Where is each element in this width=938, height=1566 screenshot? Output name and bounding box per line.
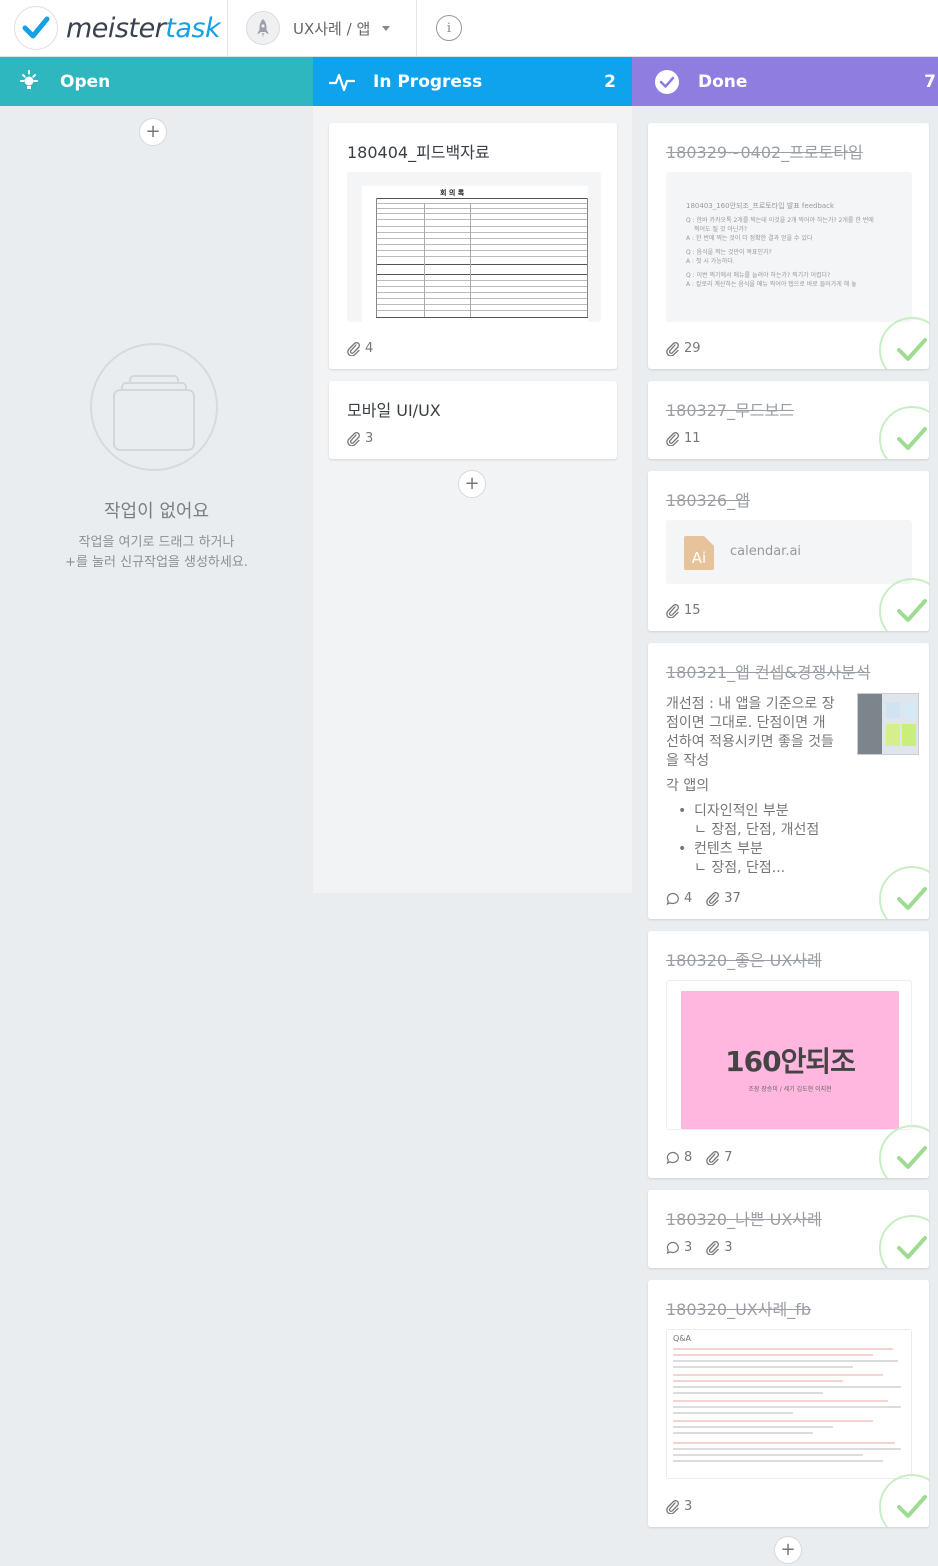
attachment-preview[interactable]: 180403_160안되조_프로토타입 발표 feedback Q : 한바 카… — [666, 172, 912, 322]
task-title: 180320_나쁜 UX사례 — [666, 1210, 822, 1229]
check-circle-icon — [654, 69, 680, 95]
divider — [416, 0, 417, 56]
task-card[interactable]: 180321_앱 컨셉&경쟁사분석 개선점 : 내 앱을 기준으로 장점이면 그… — [648, 643, 929, 919]
task-card[interactable]: 180320_UX사례_fb Q&A 3 — [648, 1280, 929, 1527]
task-meta: 3 3 — [666, 1240, 747, 1255]
empty-state-hint: 작업을 여기로 드래그 하거나 +를 눌러 신규작업을 생성하세요. — [65, 535, 248, 570]
task-title: 180320_좋은 UX사례 — [666, 951, 822, 970]
file-name: calendar.ai — [730, 544, 802, 559]
activity-icon — [329, 69, 355, 95]
attachment-count: 3 — [706, 1240, 733, 1255]
add-task-button-in-progress[interactable]: + — [458, 470, 486, 498]
attachment-count: 15 — [666, 603, 701, 618]
task-title: 180404_피드백자료 — [347, 143, 490, 162]
column-header-done[interactable]: Done 7 — [632, 57, 938, 106]
file-attachment[interactable]: Ai calendar.ai — [666, 520, 912, 584]
task-card[interactable]: 180326_앱 Ai calendar.ai 15 — [648, 471, 929, 631]
completed-check-icon[interactable] — [879, 317, 929, 369]
paperclip-icon — [706, 891, 720, 906]
chevron-down-icon[interactable] — [382, 25, 391, 31]
column-header-in-progress[interactable]: In Progress 2 — [313, 57, 632, 106]
task-meta: 3 — [347, 431, 387, 446]
logo-check-icon — [14, 6, 58, 50]
attachment-preview[interactable]: Q&A — [666, 1329, 912, 1479]
paperclip-icon — [347, 431, 360, 446]
attachment-count: 4 — [347, 341, 373, 356]
paperclip-icon — [706, 1240, 720, 1255]
task-meta: 29 — [666, 341, 715, 356]
task-title: 180326_앱 — [666, 491, 750, 510]
column-title: Open — [60, 71, 111, 92]
comment-count: 4 — [666, 891, 692, 906]
attachment-count: 3 — [347, 431, 373, 446]
add-task-button-open[interactable]: + — [139, 118, 167, 146]
task-title: 모바일 UI/UX — [347, 401, 441, 420]
attachment-count: 7 — [706, 1150, 733, 1165]
attachment-count: 29 — [666, 341, 701, 356]
task-meta: 11 — [666, 431, 715, 446]
empty-state-illustration — [90, 343, 218, 471]
logo-text: meistertask — [66, 12, 221, 44]
document-thumbnail: 180403_160안되조_프로토타입 발표 feedback Q : 한바 카… — [686, 202, 874, 288]
meistertask-logo[interactable]: meistertask — [14, 5, 221, 51]
task-title: 180327_무드보드 — [666, 401, 794, 420]
paperclip-icon — [666, 1499, 679, 1514]
attachment-count: 11 — [666, 431, 701, 446]
image-thumbnail[interactable] — [857, 693, 919, 755]
paperclip-icon — [706, 1150, 720, 1165]
attachment-preview[interactable]: 160안되조 조장 장승미 / 세기 김도현 이지현 — [666, 980, 912, 1130]
info-icon[interactable]: i — [436, 15, 462, 41]
task-meta: 4 37 — [666, 891, 755, 906]
project-name: UX사례 / 앱 — [293, 19, 371, 38]
task-meta: 15 — [666, 603, 715, 618]
document-thumbnail: 회 의 록 — [362, 186, 588, 322]
column-count: 2 — [604, 71, 616, 92]
task-title: 180320_UX사례_fb — [666, 1300, 811, 1319]
paperclip-icon — [666, 431, 679, 446]
attachment-count: 37 — [706, 891, 741, 906]
column-count: 7 — [924, 71, 936, 92]
task-card[interactable]: 180320_나쁜 UX사례 3 3 — [648, 1190, 929, 1268]
completed-check-icon[interactable] — [879, 1215, 929, 1268]
task-card[interactable]: 180329~0402_프로토타입 180403_160안되조_프로토타입 발표… — [648, 123, 929, 369]
project-selector[interactable]: UX사례 / 앱 — [246, 9, 391, 47]
comment-icon — [666, 1151, 679, 1164]
rocket-icon — [246, 11, 280, 45]
task-title: 180321_앱 컨셉&경쟁사분석 — [666, 663, 871, 682]
completed-check-icon[interactable] — [879, 1125, 929, 1178]
comment-count: 8 — [666, 1150, 692, 1165]
task-card[interactable]: 180404_피드백자료 회 의 록 4 — [329, 123, 617, 369]
task-card[interactable]: 180327_무드보드 11 — [648, 381, 929, 459]
divider — [227, 0, 228, 56]
document-thumbnail: Q&A — [666, 1329, 912, 1479]
empty-state-title: 작업이 없어요 — [103, 501, 210, 522]
task-title: 180329~0402_프로토타입 — [666, 143, 863, 162]
column-header-open[interactable]: Open — [0, 57, 313, 106]
paperclip-icon — [666, 603, 679, 618]
comment-icon — [666, 892, 679, 905]
lightbulb-icon — [16, 69, 42, 95]
task-card[interactable]: 180320_좋은 UX사례 160안되조 조장 장승미 / 세기 김도현 이지… — [648, 931, 929, 1178]
comment-icon — [666, 1241, 679, 1254]
completed-check-icon[interactable] — [879, 1474, 929, 1527]
slide-thumbnail: 160안되조 조장 장승미 / 세기 김도현 이지현 — [681, 991, 899, 1129]
task-card[interactable]: 모바일 UI/UX 3 — [329, 381, 617, 459]
comment-count: 3 — [666, 1240, 692, 1255]
illustrator-file-icon: Ai — [684, 536, 714, 570]
attachment-count: 3 — [666, 1499, 692, 1514]
column-title: Done — [698, 71, 748, 92]
completed-check-icon[interactable] — [879, 866, 929, 919]
attachment-preview[interactable]: 회 의 록 — [347, 172, 601, 322]
add-task-button-done[interactable]: + — [774, 1536, 802, 1564]
completed-check-icon[interactable] — [879, 406, 929, 459]
completed-check-icon[interactable] — [879, 578, 929, 631]
task-meta: 4 — [347, 341, 387, 356]
top-bar: meistertask UX사례 / 앱 i — [0, 0, 938, 57]
task-description: 개선점 : 내 앱을 기준으로 장점이면 그대로. 단점이면 개선하여 적용시키… — [666, 695, 836, 878]
task-meta: 3 — [666, 1499, 706, 1514]
column-title: In Progress — [373, 71, 483, 92]
paperclip-icon — [347, 341, 360, 356]
task-meta: 8 7 — [666, 1150, 747, 1165]
paperclip-icon — [666, 341, 679, 356]
